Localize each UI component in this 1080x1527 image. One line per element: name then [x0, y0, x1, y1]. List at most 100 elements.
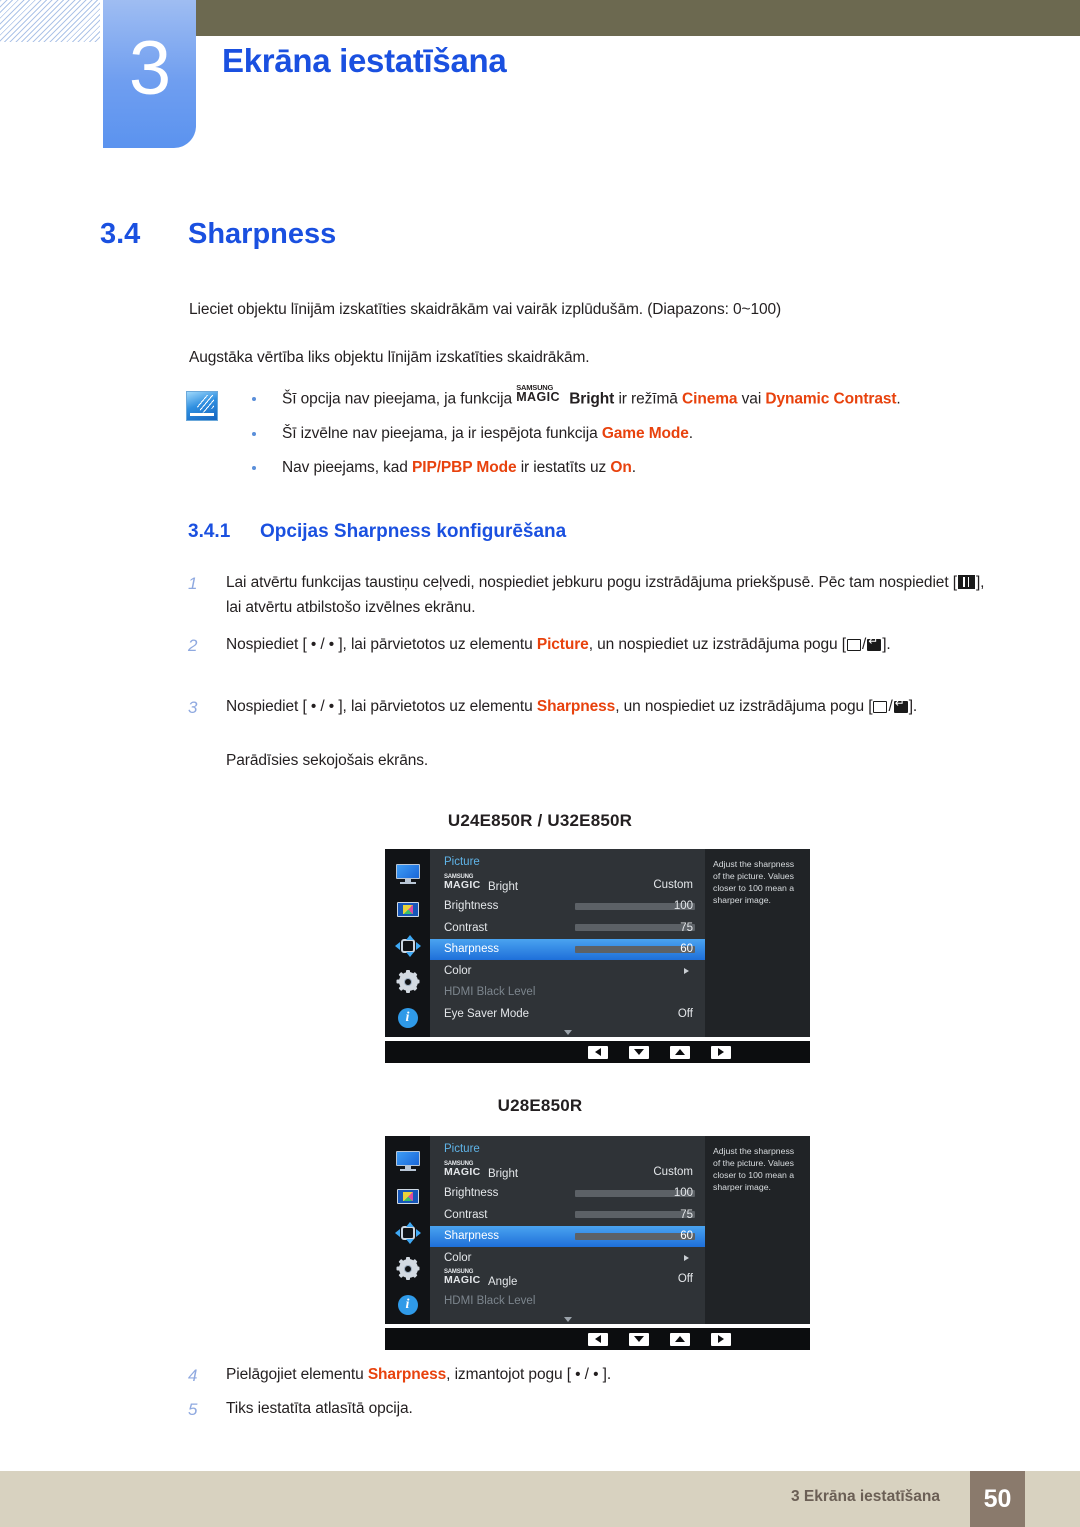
osd-1-color-label: Color: [444, 964, 472, 977]
header-olive-bar: [196, 0, 1080, 36]
osd-2-sharpness-slider[interactable]: [575, 1232, 695, 1240]
picture-color-icon[interactable]: [395, 1186, 421, 1208]
osd-1-sharpness-slider[interactable]: [575, 945, 695, 953]
osd-magic-magic-text: MAGIC: [444, 879, 481, 892]
note-bullet-2: Šī izvēlne nav pieejama, ja ir iespējota…: [248, 423, 1038, 445]
osd-magic-suffix-text: Bright: [488, 881, 519, 894]
osd-1-row-contrast[interactable]: Contrast 75: [430, 917, 705, 939]
step-3-part1: Nospiediet [ • / • ], lai pārvietotos uz…: [226, 698, 537, 715]
back-icon: [846, 639, 861, 651]
osd-2-row-magicangle[interactable]: SAMSUNG MAGIC Angle Off: [430, 1269, 705, 1291]
step-5-body: Tiks iestatīta atlasītā opcija.: [226, 1400, 413, 1417]
osd-2-row-color[interactable]: Color: [430, 1247, 705, 1269]
osd-1-contrast-slider[interactable]: [575, 924, 695, 932]
osd-2-sharpness-label: Sharpness: [444, 1230, 499, 1243]
note-bullet-3: Nav pieejams, kad PIP/PBP Mode ir iestat…: [248, 457, 1038, 479]
osd-2-row-sharpness[interactable]: Sharpness 60: [430, 1225, 705, 1247]
info-icon[interactable]: i: [395, 1007, 421, 1029]
chapter-tab: 3: [103, 0, 196, 148]
up-arrow-button[interactable]: [670, 1045, 690, 1059]
note-b3-hl1: PIP/PBP Mode: [412, 459, 517, 477]
pip-arrows-icon[interactable]: [394, 935, 421, 957]
down-arrow-button[interactable]: [629, 1332, 649, 1346]
osd-1-row-sharpness[interactable]: Sharpness 60: [430, 938, 705, 960]
osd-2-row-magicbright[interactable]: SAMSUNG MAGIC Bright Custom: [430, 1161, 705, 1183]
note-b1-hl2: Dynamic Contrast: [765, 390, 897, 408]
scroll-down-icon: [563, 1317, 572, 1322]
osd-1-contrast-label: Contrast: [444, 921, 488, 934]
note-pen-icon: [186, 391, 218, 421]
gear-icon[interactable]: [395, 1257, 421, 1280]
info-icon[interactable]: i: [395, 1294, 421, 1316]
osd-2-magicbright-value: Custom: [653, 1165, 693, 1178]
subsection-title: Opcijas Sharpness konfigurēšana: [260, 521, 567, 542]
osd-2-magicbright-label: SAMSUNG MAGIC Bright: [444, 1161, 519, 1181]
monitor-icon[interactable]: [395, 863, 421, 885]
subsection-number: 3.4.1: [188, 521, 231, 542]
right-arrow-button[interactable]: [711, 1045, 731, 1059]
step-2-part2: , un nospiediet uz izstrādājuma pogu [: [588, 636, 846, 653]
left-arrow-button[interactable]: [588, 1045, 608, 1059]
chapter-number: 3: [128, 26, 171, 111]
osd-1-row-magicbright[interactable]: SAMSUNG MAGIC Bright Custom: [430, 874, 705, 896]
manual-page: 3 Ekrāna iestatīšana 3.4 Sharpness Lieci…: [0, 0, 1080, 1527]
step-2-part1: Nospiediet [ • / • ], lai pārvietotos uz…: [226, 636, 537, 653]
note-b1-mid2: vai: [737, 390, 766, 408]
step-1-number: 1: [188, 574, 198, 593]
osd-2-color-label: Color: [444, 1251, 472, 1264]
osd-screenshot-1: i Picture SAMSUNG MAGIC Bright Custom Brig…: [385, 849, 810, 1063]
chevron-right-icon: [684, 967, 689, 974]
osd-2-magicangle-value: Off: [677, 1273, 693, 1286]
osd-1-row-eye-saver-mode[interactable]: Eye Saver Mode Off: [430, 1003, 705, 1025]
scroll-down-icon: [563, 1030, 572, 1035]
osd-1-magicbright-value: Custom: [653, 878, 693, 891]
step-4-number: 4: [188, 1366, 198, 1385]
footer-chapter-text: 3 Ekrāna iestatīšana: [790, 1488, 940, 1505]
down-arrow-button[interactable]: [629, 1045, 649, 1059]
note-bullet-1: Šī opcija nav pieejama, ja funkcija SAMS…: [248, 383, 1038, 411]
samsung-magic-lockup-osd: SAMSUNG MAGIC: [444, 1269, 487, 1286]
note-b1-hl1: Cinema: [682, 390, 738, 408]
note-pen-base: [190, 413, 214, 416]
osd-2-magicangle-label: SAMSUNG MAGIC Angle: [444, 1269, 517, 1288]
osd-2-row-brightness[interactable]: Brightness 100: [430, 1183, 705, 1205]
step-5: 5 Tiks iestatīta atlasītā opcija.: [188, 1396, 988, 1421]
right-arrow-button[interactable]: [711, 1332, 731, 1346]
picture-color-icon[interactable]: [395, 899, 421, 921]
osd-2-contrast-label: Contrast: [444, 1208, 488, 1221]
osd-1-hdmi-label: HDMI Black Level: [444, 986, 536, 999]
note-b3-post: .: [631, 459, 636, 477]
step-2-number: 2: [188, 636, 198, 655]
back-icon: [873, 701, 888, 713]
pip-arrows-icon[interactable]: [394, 1222, 421, 1244]
monitor-icon[interactable]: [395, 1150, 421, 1172]
osd-2-model-label: U28E850R: [497, 1096, 583, 1115]
osd-2-brightness-value: 100: [673, 1187, 693, 1200]
note-b3-mid: ir iestatīts uz: [516, 459, 611, 477]
osd-magic-suffix-text: Bright: [488, 1168, 519, 1181]
step-1-body: Lai atvērtu funkcijas taustiņu ceļvedi, …: [226, 570, 988, 620]
osd-1-menu-title: Picture: [444, 856, 480, 868]
note-b3-pre: Nav pieejams, kad: [282, 459, 413, 477]
up-arrow-button[interactable]: [670, 1332, 690, 1346]
osd-2-row-contrast[interactable]: Contrast 75: [430, 1204, 705, 1226]
osd-1-sharpness-value: 60: [680, 943, 693, 956]
step-4-part2: , izmantojot pogu [ • / • ].: [446, 1366, 612, 1383]
osd-1-model-label: U24E850R / U32E850R: [447, 811, 633, 830]
osd-2-contrast-value: 75: [680, 1208, 693, 1221]
osd-2-contrast-slider[interactable]: [575, 1211, 695, 1219]
page-number: 50: [983, 1484, 1012, 1513]
left-arrow-button[interactable]: [588, 1332, 608, 1346]
step-4: 4 Pielāgojiet elementu Sharpness, izmant…: [188, 1362, 988, 1387]
osd-2-body: i Picture SAMSUNG MAGIC Bright Custom Brig…: [385, 1136, 810, 1324]
osd-1-row-brightness[interactable]: Brightness 100: [430, 896, 705, 918]
footer-page-box: 50: [970, 1471, 1025, 1527]
section-number: 3.4: [100, 218, 141, 250]
gear-icon[interactable]: [395, 970, 421, 993]
osd-1-row-color[interactable]: Color: [430, 960, 705, 982]
chevron-right-icon: [684, 1254, 689, 1261]
header-hatch-decoration: [0, 0, 100, 42]
step-4-body: Pielāgojiet elementu Sharpness, izmantoj…: [226, 1362, 988, 1387]
enter-icon: [893, 697, 908, 713]
osd-1-nav-buttons: [588, 1045, 731, 1059]
